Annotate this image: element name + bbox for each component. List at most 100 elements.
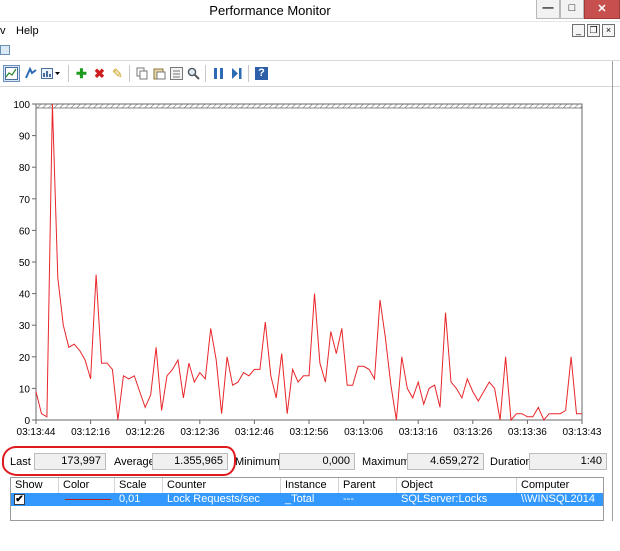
window-right-edge	[612, 61, 613, 521]
properties-button[interactable]	[168, 65, 185, 82]
y-tick-label: 50	[19, 258, 31, 269]
maximize-icon: □	[568, 2, 576, 14]
column-header-scale[interactable]: Scale	[115, 478, 163, 493]
x-tick-label: 03:13:06	[344, 427, 383, 438]
statistics-bar: Last 173,997 Average 1.355,965 Minimum 0…	[0, 449, 612, 474]
toolbar-separator	[248, 65, 249, 82]
y-tick-label: 100	[13, 100, 30, 111]
average-value: 1.355,965	[152, 453, 228, 470]
counter-list[interactable]: Show Color Scale Counter Instance Parent…	[10, 477, 604, 521]
maximize-button[interactable]: □	[560, 0, 584, 19]
title-bar: Performance Monitor — □ ✕	[0, 0, 620, 22]
counter-scale: 0,01	[119, 493, 141, 505]
paste-counter-list-button[interactable]	[151, 65, 168, 82]
change-graph-type-button[interactable]	[40, 65, 62, 82]
y-tick-label: 90	[19, 132, 31, 143]
zoom-button[interactable]	[185, 65, 202, 82]
y-tick-label: 80	[19, 163, 31, 174]
x-tick-label: 03:12:46	[235, 427, 274, 438]
show-checkbox[interactable]: ✔	[14, 494, 25, 505]
x-tick-label: 03:13:16	[399, 427, 438, 438]
y-tick-label: 30	[19, 321, 31, 332]
x-tick-label: 03:13:43	[563, 427, 602, 438]
maximum-value: 4.659,272	[407, 453, 484, 470]
column-header-instance[interactable]: Instance	[281, 478, 339, 493]
add-counter-icon: ✚	[76, 66, 87, 81]
menu-view[interactable]: v	[0, 25, 6, 37]
x-tick-label: 03:12:56	[290, 427, 329, 438]
help-icon: ?	[255, 67, 268, 80]
x-tick-label: 03:12:16	[71, 427, 110, 438]
toolbar-separator	[68, 65, 69, 82]
help-button[interactable]: ?	[253, 65, 270, 82]
x-tick-label: 03:12:26	[126, 427, 165, 438]
mdi-close-button[interactable]: ×	[602, 24, 615, 37]
average-label: Average	[114, 456, 155, 468]
toolbar: ✚ ✖ ✎ ?	[0, 61, 620, 87]
counter-computer: \\WINSQL2014	[521, 493, 595, 505]
toolbar-separator	[129, 65, 130, 82]
counter-name: Lock Requests/sec	[167, 493, 260, 505]
counter-color-swatch	[65, 499, 111, 500]
column-header-counter[interactable]: Counter	[163, 478, 281, 493]
delete-counter-button[interactable]: ✖	[91, 65, 108, 82]
y-tick-label: 20	[19, 353, 31, 364]
y-tick-label: 0	[24, 416, 30, 427]
counter-row[interactable]: ✔ 0,01 Lock Requests/sec _Total --- SQLS…	[11, 493, 603, 506]
column-header-show[interactable]: Show	[11, 478, 59, 493]
minimum-label: Minimum	[235, 456, 280, 468]
view-current-activity-icon	[25, 67, 37, 79]
status-strip	[0, 522, 620, 551]
last-label: Last	[10, 456, 31, 468]
mdi-minimize-button[interactable]: _	[572, 24, 585, 37]
last-value: 173,997	[34, 453, 106, 470]
column-header-object[interactable]: Object	[397, 478, 517, 493]
copy-properties-button[interactable]	[134, 65, 151, 82]
minimize-button[interactable]: —	[536, 0, 560, 19]
properties-icon	[170, 67, 183, 80]
counter-object: SQLServer:Locks	[401, 493, 488, 505]
view-current-activity-button[interactable]	[22, 65, 39, 82]
menu-bar: v Help _ ❐ ×	[0, 22, 620, 41]
maximum-label: Maximum	[362, 456, 410, 468]
update-data-icon	[232, 68, 242, 79]
x-tick-label: 03:12:36	[180, 427, 219, 438]
duration-value: 1:40	[529, 453, 607, 470]
line-graph: 100908070605040302010003:13:44 03:12:16 03…	[13, 100, 602, 438]
highlight-icon: ✎	[112, 66, 123, 81]
column-header-computer[interactable]: Computer	[517, 478, 603, 493]
minimum-value: 0,000	[279, 453, 355, 470]
plot-top-strip	[35, 103, 583, 109]
counter-parent: ---	[343, 493, 354, 505]
toolbar-separator	[205, 65, 206, 82]
y-tick-label: 70	[19, 195, 31, 206]
change-graph-type-icon	[41, 68, 60, 79]
graph-area[interactable]: 100 90 80 70 60 50 40 30 20 10 0 03:13:44 03:12:16 03…	[0, 88, 612, 446]
add-counter-button[interactable]: ✚	[73, 65, 90, 82]
duration-label: Duration	[490, 456, 532, 468]
close-icon: ✕	[597, 3, 607, 15]
x-tick-label: 03:13:44	[17, 427, 56, 438]
highlight-button[interactable]: ✎	[109, 65, 126, 82]
y-tick-label: 40	[19, 290, 31, 301]
minimize-icon: —	[542, 2, 554, 14]
view-graph-button[interactable]	[3, 65, 20, 82]
menu-help[interactable]: Help	[16, 25, 39, 37]
mdi-restore-button[interactable]: ❐	[587, 24, 600, 37]
document-icon-row	[0, 41, 620, 61]
x-tick-label: 03:13:36	[508, 427, 547, 438]
column-header-color[interactable]: Color	[59, 478, 115, 493]
freeze-display-button[interactable]	[210, 65, 227, 82]
delete-counter-icon: ✖	[94, 66, 105, 81]
freeze-display-icon	[214, 68, 223, 79]
view-graph-icon	[5, 67, 18, 80]
window-title: Performance Monitor	[209, 3, 331, 18]
document-icon[interactable]	[0, 45, 10, 55]
zoom-icon	[187, 67, 200, 80]
x-tick-label: 03:13:26	[453, 427, 492, 438]
paste-counter-list-icon	[153, 68, 166, 80]
counter-instance: _Total	[285, 493, 315, 505]
close-button[interactable]: ✕	[584, 0, 620, 19]
update-data-button[interactable]	[228, 65, 245, 82]
column-header-parent[interactable]: Parent	[339, 478, 397, 493]
